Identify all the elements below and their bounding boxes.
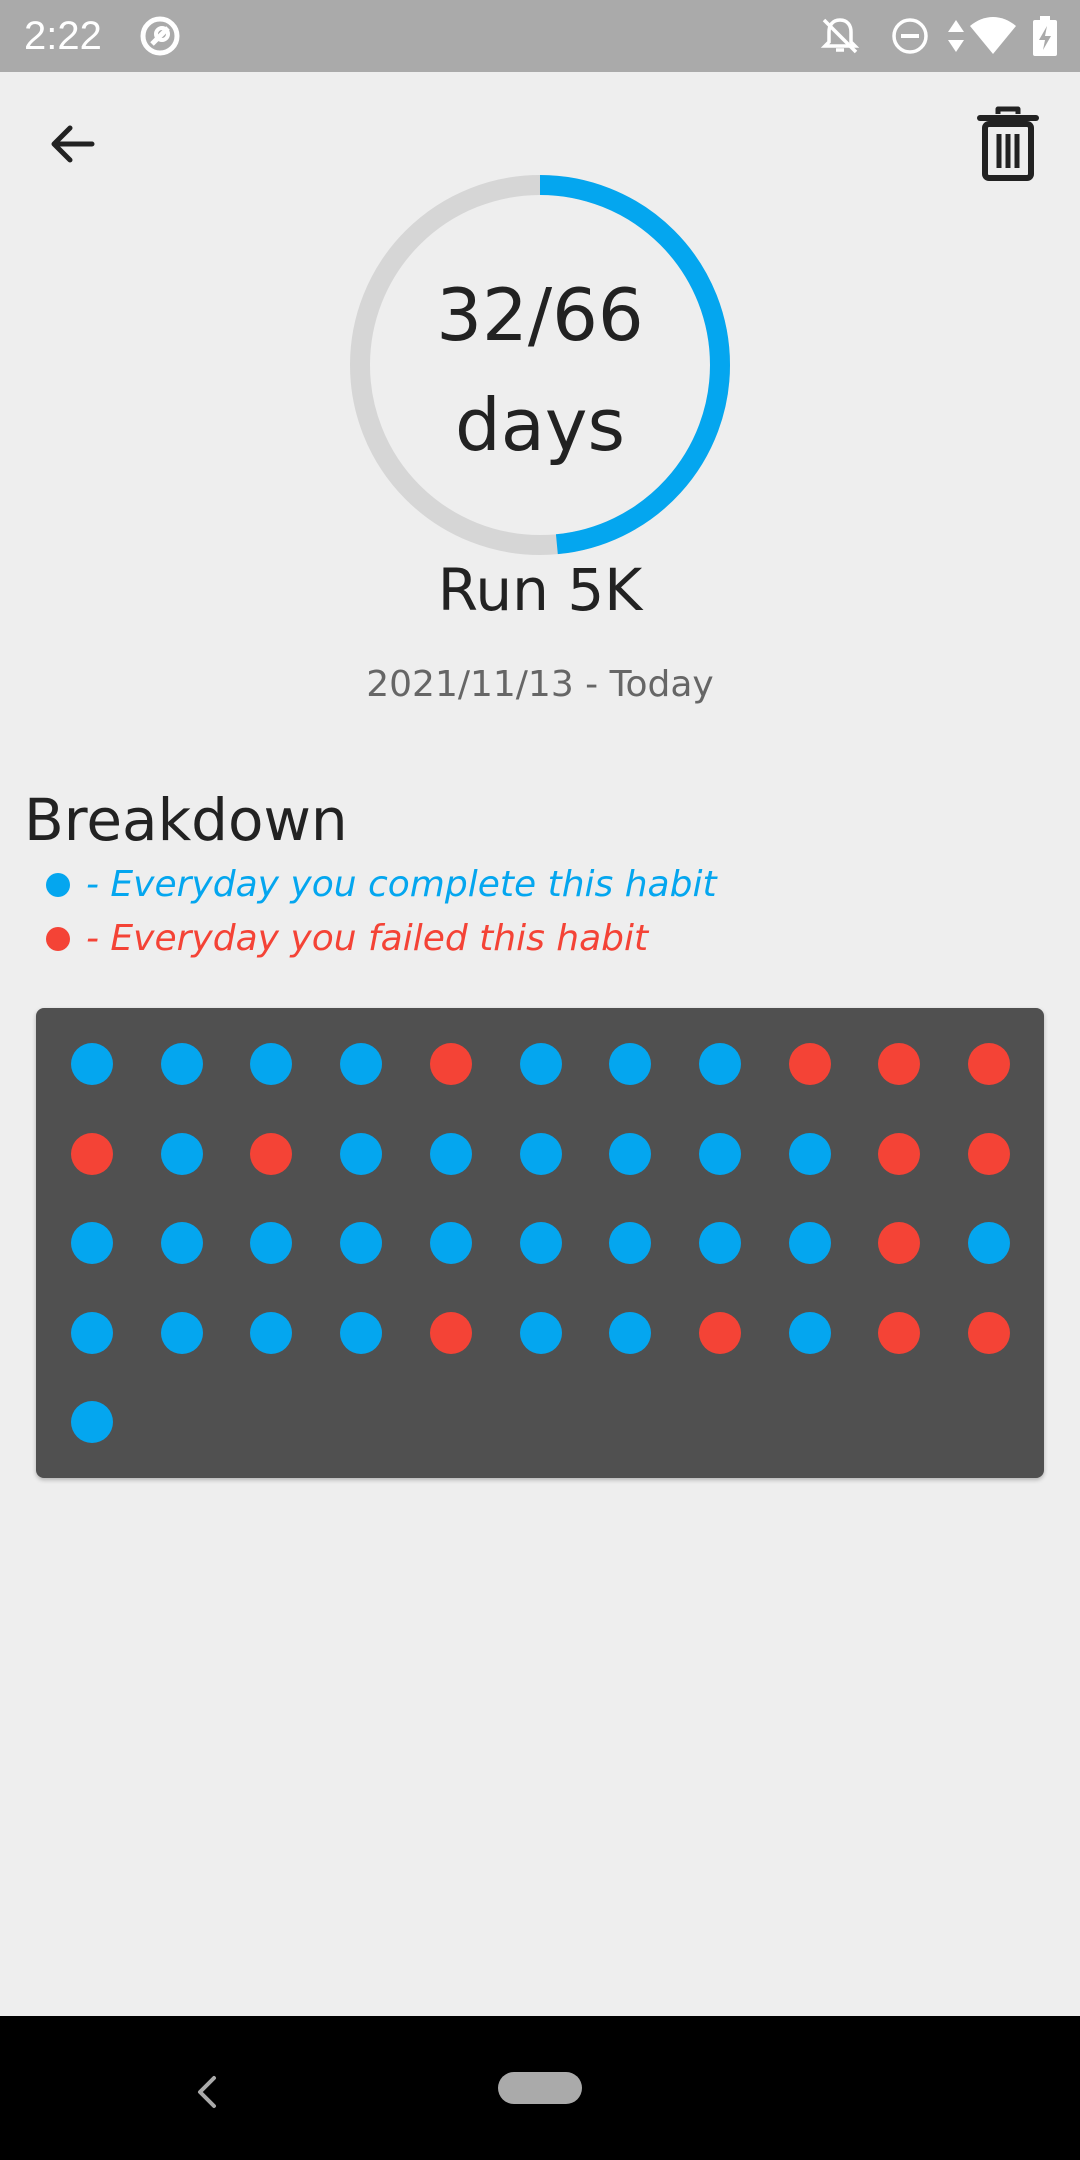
day-dot-complete <box>788 1222 831 1264</box>
delete-button[interactable] <box>960 96 1056 192</box>
day-dot-complete <box>788 1132 831 1175</box>
day-dot-complete <box>698 1132 741 1175</box>
day-dot-complete <box>519 1311 562 1354</box>
day-dot-complete <box>609 1043 652 1085</box>
day-dot-failed <box>429 1311 472 1354</box>
battery-charging-icon <box>1033 16 1057 56</box>
day-dot-failed <box>250 1132 293 1175</box>
status-time: 2:22 <box>24 14 102 58</box>
day-dot-complete <box>340 1043 383 1085</box>
complete-dot-icon <box>46 872 70 897</box>
day-dot-complete <box>250 1043 293 1085</box>
failed-dot-icon <box>46 926 70 951</box>
day-dot-complete <box>71 1043 113 1085</box>
data-transfer-icon <box>948 20 964 52</box>
day-dot-complete <box>160 1132 203 1175</box>
day-grid <box>36 1008 1044 1478</box>
legend-complete-label: - Everyday you complete this habit <box>86 864 717 905</box>
day-dot-complete <box>609 1222 652 1264</box>
day-dot-complete <box>160 1043 203 1085</box>
day-dot-failed <box>878 1311 921 1354</box>
nav-home-button[interactable] <box>498 2072 582 2104</box>
day-dot-complete <box>519 1222 562 1264</box>
day-dot-complete <box>340 1132 383 1175</box>
app-notification-icon <box>140 16 180 56</box>
day-dot-complete <box>71 1401 113 1443</box>
day-dot-failed <box>968 1043 1010 1085</box>
breakdown-heading: Breakdown <box>24 786 348 854</box>
legend-failed-label: - Everyday you failed this habit <box>86 918 649 959</box>
notifications-off-icon <box>820 18 860 54</box>
day-dot-complete <box>698 1222 741 1264</box>
day-dot-complete <box>250 1311 293 1354</box>
status-bar: 2:22 <box>0 0 1080 72</box>
wifi-icon <box>970 17 1016 54</box>
day-dot-complete <box>71 1222 113 1264</box>
day-dot-failed <box>698 1311 741 1354</box>
day-dot-failed <box>71 1132 113 1175</box>
legend-failed: - Everyday you failed this habit <box>46 918 648 959</box>
day-dot-failed <box>878 1043 921 1085</box>
day-dot-complete <box>340 1311 383 1354</box>
progress-count: 32/66 <box>436 273 644 357</box>
day-dot-failed <box>788 1043 831 1085</box>
legend-complete: - Everyday you complete this habit <box>46 864 717 905</box>
nav-back-icon[interactable] <box>188 2072 228 2112</box>
day-dot-complete <box>609 1311 652 1354</box>
progress-label: 32/66 days <box>350 260 730 480</box>
day-dot-complete <box>519 1043 562 1085</box>
progress-unit: days <box>455 383 625 467</box>
day-dot-complete <box>519 1132 562 1175</box>
day-dot-complete <box>160 1311 203 1354</box>
day-dot-complete <box>609 1132 652 1175</box>
do-not-disturb-icon <box>892 18 928 54</box>
day-dot-complete <box>788 1311 831 1354</box>
day-dot-complete <box>698 1043 741 1085</box>
day-dot-complete <box>429 1222 472 1264</box>
date-range: 2021/11/13 - Today <box>366 664 714 705</box>
day-dot-failed <box>878 1132 921 1175</box>
trash-icon <box>977 106 1039 181</box>
day-dot-failed <box>429 1043 472 1085</box>
day-dot-complete <box>160 1222 203 1264</box>
day-dot-complete <box>71 1311 113 1354</box>
day-dot-complete <box>429 1132 472 1175</box>
day-dot-complete <box>250 1222 293 1264</box>
back-button[interactable] <box>24 96 120 192</box>
day-dot-failed <box>968 1311 1010 1354</box>
day-dot-failed <box>878 1222 921 1264</box>
arrow-back-icon <box>51 125 95 163</box>
habit-title: Run 5K <box>437 556 643 624</box>
day-dot-complete <box>340 1222 383 1264</box>
day-dot-complete <box>968 1222 1010 1264</box>
day-dot-failed <box>968 1132 1010 1175</box>
